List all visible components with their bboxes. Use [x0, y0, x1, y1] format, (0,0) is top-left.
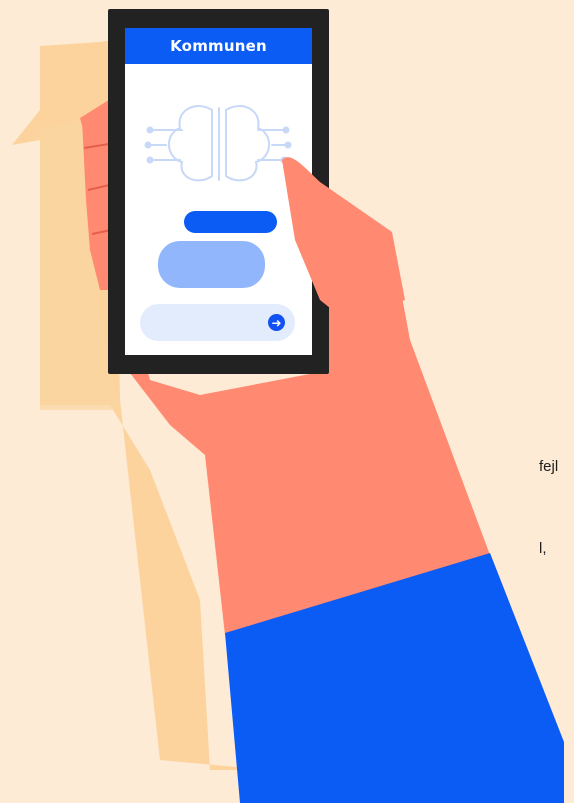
chat-bubble-outgoing: [184, 211, 277, 233]
chat-bubble-incoming: [158, 241, 265, 288]
background-text-fragment-1: fejl: [539, 458, 559, 475]
illustration-scene: [12, 9, 564, 803]
phone-header-title: Kommunen: [170, 37, 267, 55]
background-text-fragment-2: l,: [539, 540, 547, 557]
arrow-right-icon[interactable]: ➜: [268, 314, 285, 331]
